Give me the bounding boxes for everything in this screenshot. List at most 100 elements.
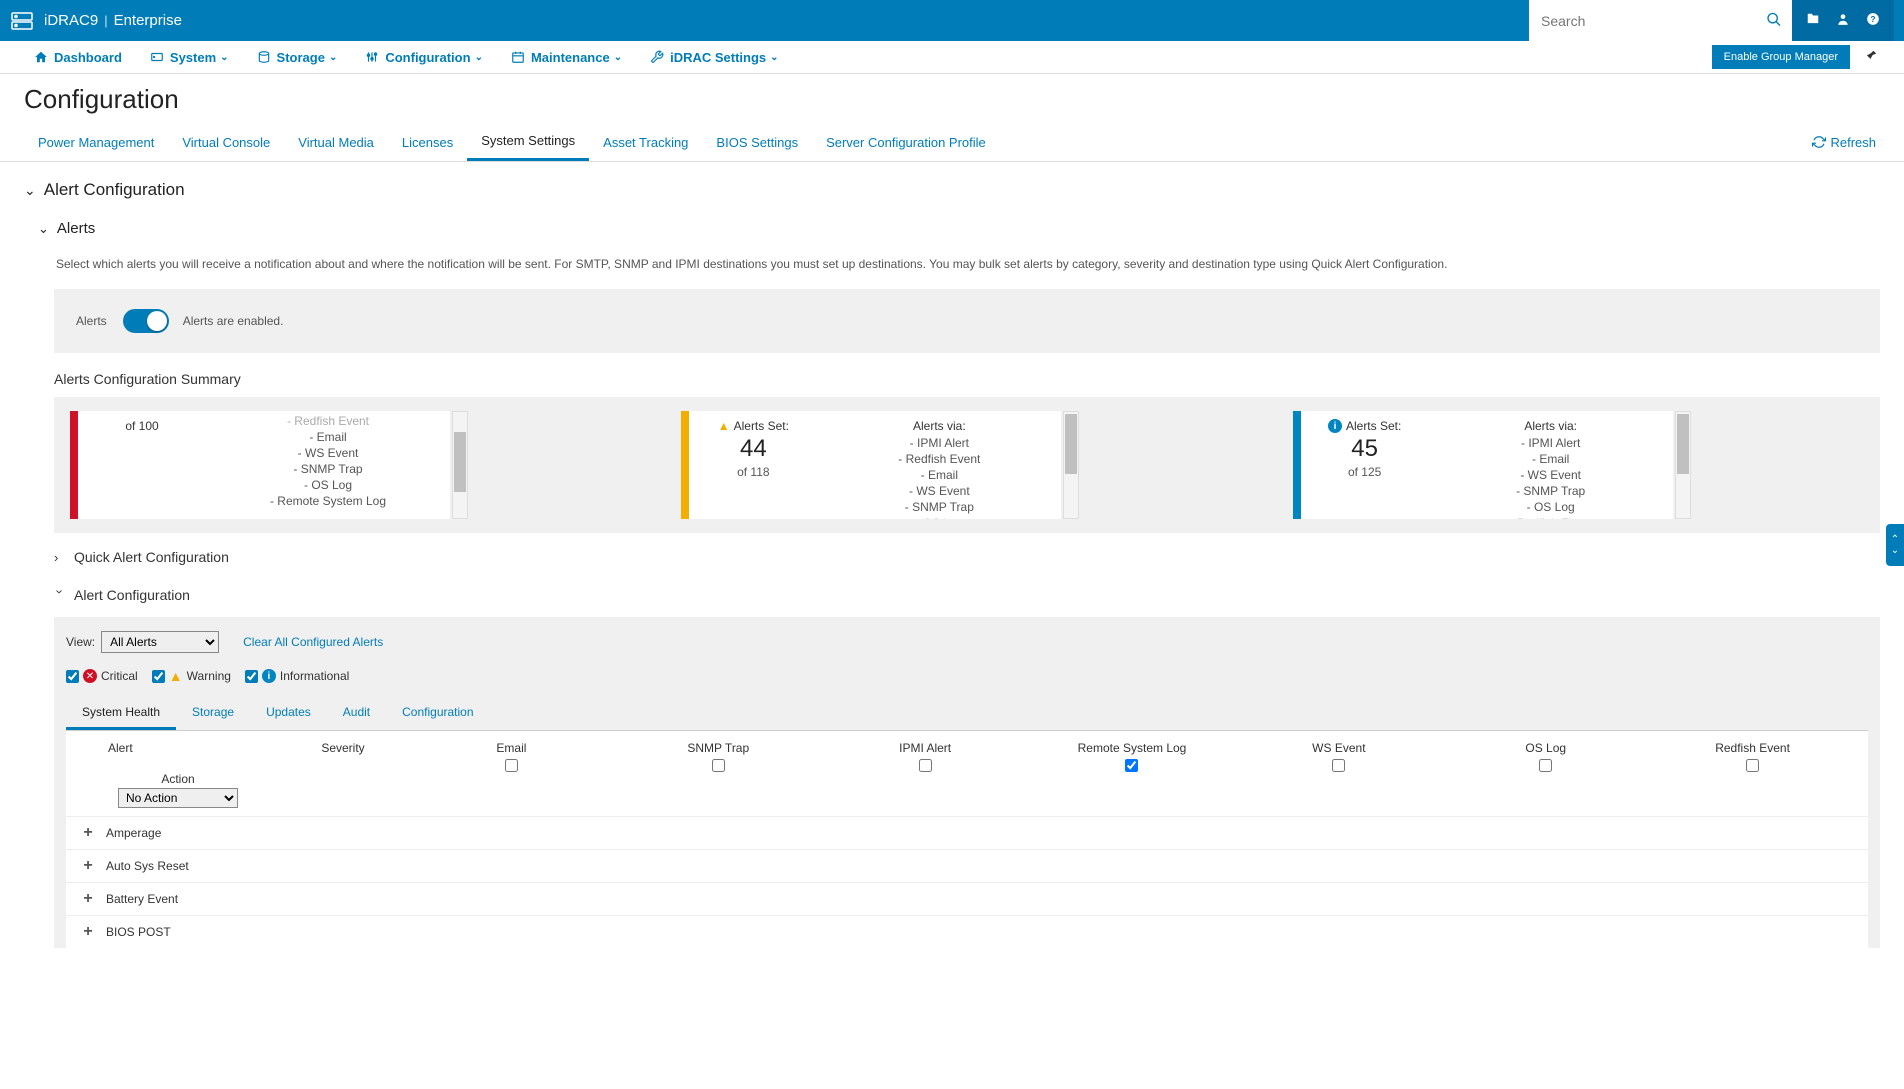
tab-storage[interactable]: Storage [176,697,250,730]
list-item: - OS Log [1435,499,1667,515]
action-all-select[interactable]: No Action [118,788,238,808]
brand-icon [10,9,34,33]
page-title: Configuration [0,74,1904,115]
alerts-toggle[interactable] [123,309,169,333]
chevron-right-icon: › [54,550,66,565]
nav-configuration[interactable]: Configuration ⌄ [351,50,497,65]
severity-warning-checkbox[interactable] [152,670,165,683]
clear-all-alerts-link[interactable]: Clear All Configured Alerts [243,635,383,649]
severity-bar-critical [70,411,78,519]
alerts-toggle-panel: Alerts Alerts are enabled. [54,289,1880,353]
severity-critical-checkbox[interactable] [66,670,79,683]
nav-label: System [170,50,216,65]
card-scrollbar[interactable] [452,411,468,519]
alert-table-header: Alert Severity Email SNMP Trap IPMI Aler… [66,731,1868,817]
user-icon[interactable] [1828,12,1858,29]
section-title: Alert Configuration [44,180,185,200]
tab-audit[interactable]: Audit [327,697,386,730]
list-item: - SNMP Trap [823,499,1055,515]
alerts-toggle-label: Alerts [76,314,107,328]
tab-power-management[interactable]: Power Management [24,125,168,160]
expand-icon[interactable]: + [78,890,98,908]
severity-label: Informational [280,669,349,683]
snmp-all-checkbox[interactable] [712,759,725,772]
ipmi-all-checkbox[interactable] [919,759,932,772]
nav-idrac-settings[interactable]: iDRAC Settings ⌄ [636,50,792,65]
brand-product: iDRAC9 [44,12,98,29]
side-panel-handle[interactable]: ⌃ ⌄ [1886,524,1904,566]
subsection-alerts[interactable]: ⌄ Alerts [38,214,1880,243]
card-scrollbar[interactable] [1063,411,1079,519]
card-count: 44 [695,435,811,463]
subsection-alert-configuration[interactable]: › Alert Configuration [38,571,1880,609]
chevron-up-icon: ⌃ [1891,534,1899,545]
table-row: + Battery Event [66,883,1868,916]
refresh-label: Refresh [1830,135,1876,150]
card-scrollbar[interactable] [1675,411,1691,519]
severity-label: Critical [101,669,138,683]
expand-icon[interactable]: + [78,923,98,941]
alert-name: Amperage [106,826,161,840]
view-select[interactable]: All Alerts [101,631,219,653]
nav-storage[interactable]: Storage ⌄ [243,50,352,65]
card-of: of 125 [1307,465,1423,479]
nav-system[interactable]: System ⌄ [136,50,243,65]
list-item: - Redfish Event [212,413,444,429]
help-icon[interactable]: ? [1858,12,1888,29]
expand-icon[interactable]: + [78,824,98,842]
severity-info-checkbox[interactable] [245,670,258,683]
nav-dashboard[interactable]: Dashboard [20,50,136,65]
list-item: - Redfish Event [823,451,1055,467]
tab-asset-tracking[interactable]: Asset Tracking [589,125,702,160]
alerts-via-list: - IPMI Alert - Redfish Event - Email - W… [823,435,1055,519]
ws-event-all-checkbox[interactable] [1332,759,1345,772]
tab-virtual-console[interactable]: Virtual Console [168,125,284,160]
list-item: - Remote System Log [212,493,444,509]
summary-card-warning: ▲ Alerts Set: 44 of 118 Alerts via: - IP… [681,411,1061,519]
alerts-via-list: - IPMI Alert - Email - WS Event - SNMP T… [1435,435,1667,519]
tab-server-config-profile[interactable]: Server Configuration Profile [812,125,1000,160]
enable-group-manager-button[interactable]: Enable Group Manager [1712,45,1850,69]
nav-label: Maintenance [531,50,610,65]
expand-icon[interactable]: + [78,857,98,875]
card-count: 45 [1307,435,1423,463]
tab-system-health[interactable]: System Health [66,697,176,730]
card-title: Alerts Set: [734,419,789,433]
tab-licenses[interactable]: Licenses [388,125,467,160]
alert-name: Battery Event [106,892,178,906]
nav-bar: Dashboard System ⌄ Storage ⌄ Configurati… [0,41,1904,74]
col-ipmi: IPMI Alert [899,741,951,755]
redfish-all-checkbox[interactable] [1746,759,1759,772]
severity-label: Warning [187,669,231,683]
tab-bios-settings[interactable]: BIOS Settings [702,125,812,160]
search-icon[interactable] [1766,11,1782,30]
svg-text:?: ? [1871,15,1876,24]
search-input[interactable] [1529,0,1792,41]
nav-maintenance[interactable]: Maintenance ⌄ [497,50,636,65]
tab-system-settings[interactable]: System Settings [467,123,589,161]
power-icon[interactable] [1798,12,1828,29]
info-icon: i [262,669,276,683]
nav-label: Storage [277,50,325,65]
refresh-button[interactable]: Refresh [1808,125,1880,160]
nav-label: iDRAC Settings [670,50,766,65]
tab-virtual-media[interactable]: Virtual Media [284,125,388,160]
list-item: - IPMI Alert [1435,435,1667,451]
list-item: - Redfish Event [1435,515,1667,519]
critical-icon: ✕ [83,669,97,683]
subsection-quick-alert[interactable]: › Quick Alert Configuration [38,533,1880,571]
section-alert-configuration[interactable]: ⌄ Alert Configuration [24,174,1880,206]
tab-configuration-cat[interactable]: Configuration [386,697,489,730]
chevron-down-icon: ⌄ [770,52,778,63]
config-tabs: Power Management Virtual Console Virtual… [0,123,1904,162]
tab-updates[interactable]: Updates [250,697,327,730]
col-email: Email [496,741,526,755]
os-log-all-checkbox[interactable] [1539,759,1552,772]
pin-icon[interactable] [1858,49,1884,66]
email-all-checkbox[interactable] [505,759,518,772]
remote-log-all-checkbox[interactable] [1125,759,1138,772]
card-of: of 100 [84,419,200,433]
brand-edition: Enterprise [114,12,182,29]
nav-label: Configuration [385,50,470,65]
list-item: - WS Event [1435,467,1667,483]
